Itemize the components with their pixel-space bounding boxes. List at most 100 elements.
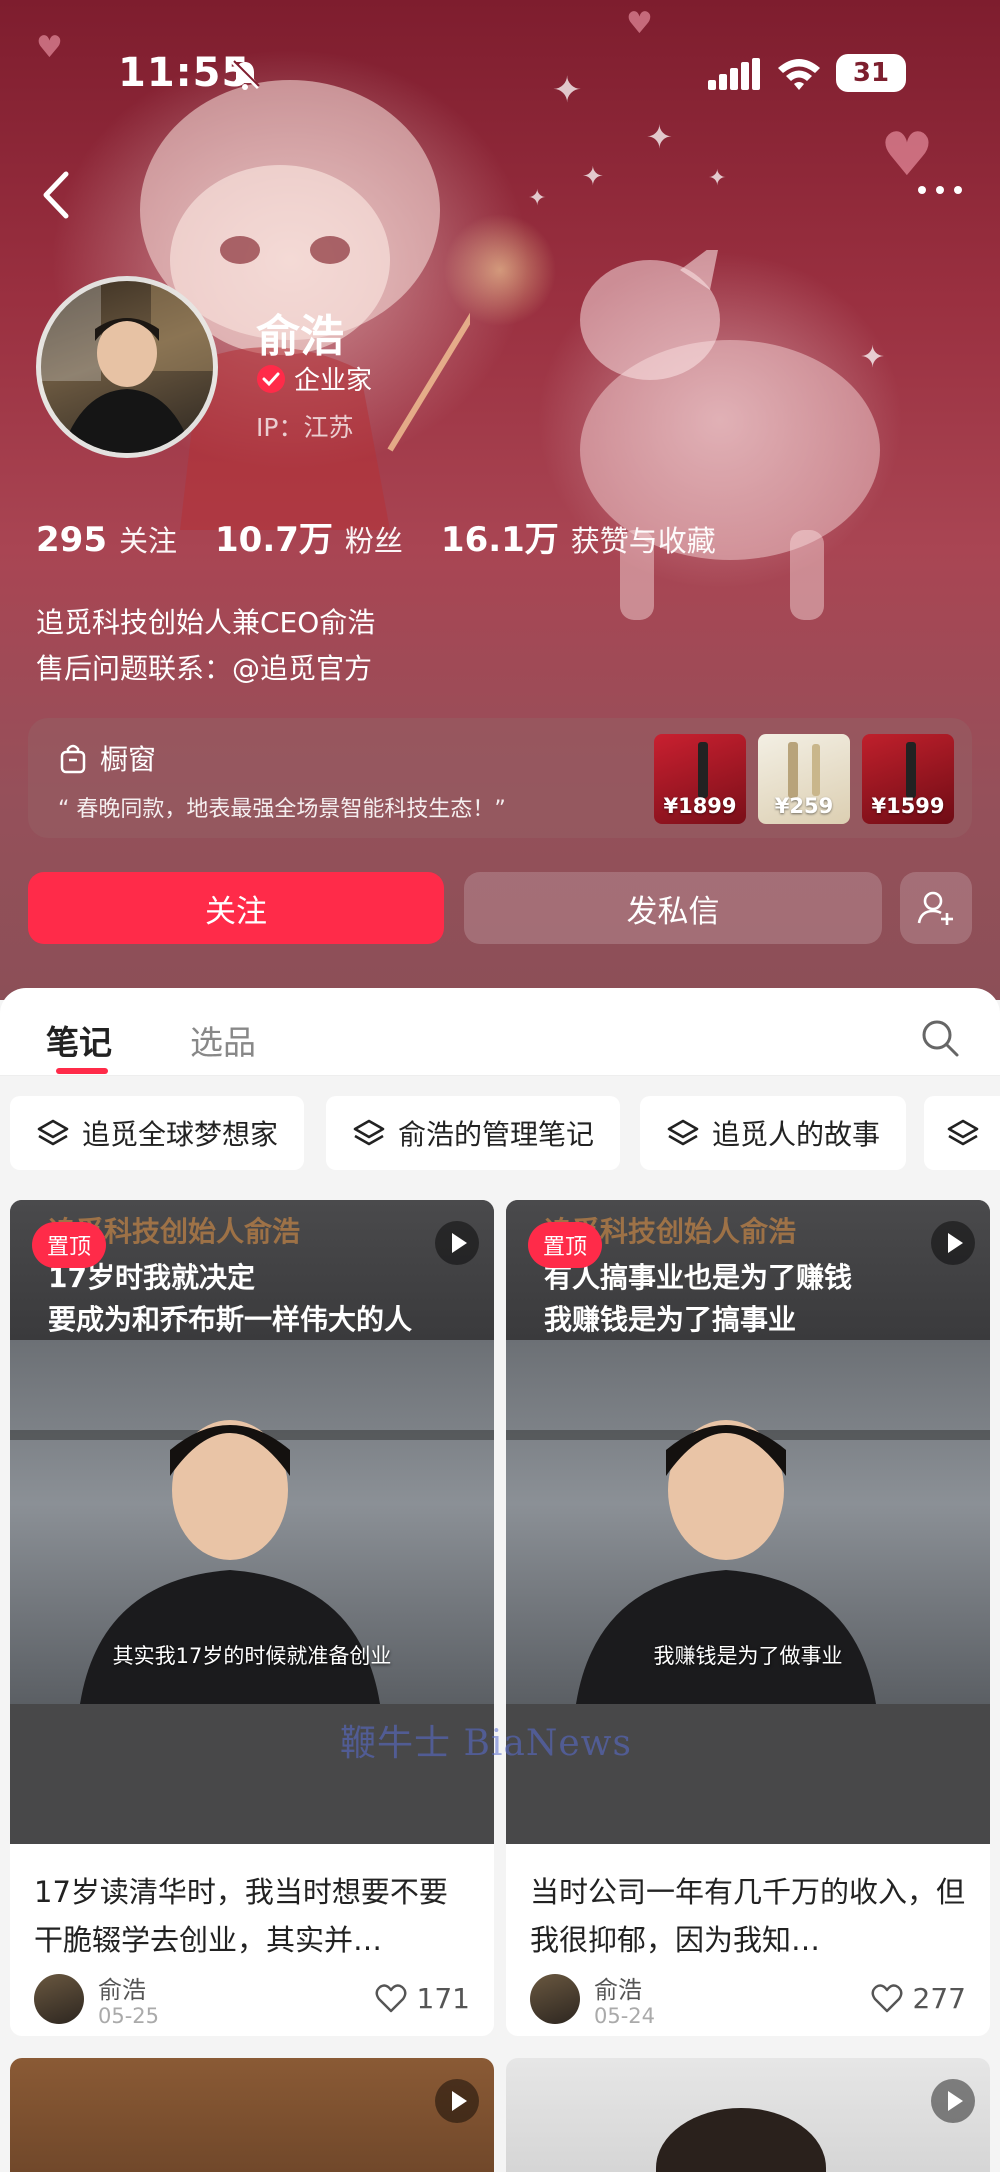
video-subtitle: 我赚钱是为了做事业 — [653, 1644, 843, 1668]
profile-avatar[interactable] — [36, 276, 218, 458]
video-play-icon — [931, 1221, 975, 1265]
like-count: 171 — [416, 1982, 470, 2015]
bio-line: 售后问题联系：@追觅官方 — [36, 646, 375, 692]
watermark: 鞭牛士 BiaNews — [340, 1723, 632, 1764]
video-play-icon — [435, 2079, 479, 2123]
profile-stats: 295 关注 10.7万 粉丝 16.1万 获赞与收藏 — [36, 512, 716, 561]
profile-bio: 追觅科技创始人兼CEO俞浩 售后问题联系：@追觅官方 — [36, 600, 375, 692]
author-name: 俞浩 — [594, 1976, 642, 2004]
layers-icon — [353, 1119, 385, 1146]
shopping-bag-icon — [60, 744, 86, 774]
like-count: 277 — [912, 1982, 966, 2015]
stat-label: 获赞与收藏 — [570, 524, 716, 558]
profile-tabs: 笔记 选品 — [0, 988, 1000, 1076]
like-button[interactable]: 171 — [375, 1982, 470, 2015]
layers-icon — [37, 1119, 69, 1146]
avatar-photo — [41, 281, 213, 453]
active-tab-indicator — [56, 1068, 108, 1074]
sparkle-decoration-icon: ✦ — [646, 118, 673, 156]
product-image — [812, 744, 820, 796]
collections-row: 追觅全球梦想家 俞浩的管理笔记 追觅人的故事 — [0, 1076, 1000, 1190]
note-card[interactable]: 追觅科技创始人俞浩 有人搞事业也是为了赚钱 我赚钱是为了搞事业 置顶 我赚钱是为… — [506, 1200, 990, 2036]
stat-value: 10.7万 — [215, 520, 333, 560]
sparkle-decoration-icon: ✦ — [528, 186, 547, 211]
heart-icon — [871, 1983, 902, 2012]
search-icon[interactable] — [920, 1018, 960, 1058]
author-avatar[interactable] — [530, 1974, 580, 2024]
status-bar: 11:55 31 — [0, 40, 1000, 110]
video-play-icon — [931, 2079, 975, 2123]
shop-description: “ 春晚同款，地表最强全场景智能科技生态！” — [58, 797, 506, 822]
collection-label: 俞浩的管理笔记 — [398, 1118, 595, 1151]
tab-picks[interactable]: 选品 — [190, 1016, 256, 1064]
video-play-icon — [435, 1221, 479, 1265]
product-price: ¥1899 — [663, 794, 737, 818]
battery-indicator: 31 — [836, 54, 906, 92]
heart-decoration-icon: ♥ — [626, 6, 653, 41]
note-card[interactable] — [506, 2058, 990, 2172]
official-account-mention-link[interactable]: @追觅官方 — [232, 652, 372, 685]
note-date: 05-25 — [98, 2004, 160, 2028]
layers-icon — [947, 1119, 979, 1146]
note-card[interactable]: 追觅科技创始人俞浩 17岁时我就决定 要成为和乔布斯一样伟大的人 置顶 其实我1… — [10, 1200, 494, 2036]
unicorn-illustration — [580, 250, 880, 620]
send-message-button[interactable]: 发私信 — [464, 872, 882, 944]
thumbnail-caption-line: 我赚钱是为了搞事业 — [544, 1303, 797, 1336]
verification-badge: 企业家 — [256, 360, 372, 397]
video-subtitle: 其实我17岁的时候就准备创业 — [112, 1644, 392, 1668]
shop-product-thumbnail[interactable]: ¥1899 — [654, 734, 746, 824]
stat-value: 16.1万 — [440, 520, 559, 560]
collection-chip[interactable]: 追觅全球梦想家 — [10, 1096, 305, 1170]
author-avatar[interactable] — [34, 1974, 84, 2024]
content-sheet: 笔记 选品 追觅全球梦想家 俞浩的管理笔记 追觅人的故事 追觅科技创始人俞浩 1… — [0, 988, 1000, 2172]
stat-following[interactable]: 295 关注 — [36, 518, 177, 560]
product-price: ¥259 — [774, 794, 834, 818]
product-image — [788, 742, 798, 798]
shop-title-row: 橱窗 — [58, 738, 156, 778]
verified-check-icon — [257, 364, 285, 393]
add-friend-button[interactable] — [900, 872, 972, 944]
stat-value: 295 — [36, 520, 107, 560]
shop-product-thumbnail[interactable]: ¥1599 — [862, 734, 954, 824]
sparkle-decoration-icon: ✦ — [708, 166, 727, 191]
stat-likes-collects[interactable]: 16.1万 获赞与收藏 — [441, 512, 716, 561]
shop-title: 橱窗 — [100, 743, 157, 776]
stat-label: 粉丝 — [344, 524, 403, 558]
note-date: 05-24 — [594, 2004, 656, 2028]
collection-label: 追觅全球梦想家 — [82, 1118, 279, 1151]
sparkle-decoration-icon: ✦ — [582, 162, 604, 192]
like-button[interactable]: 277 — [871, 1982, 966, 2015]
bell-muted-icon — [230, 60, 260, 90]
verification-label: 企业家 — [294, 366, 373, 396]
bio-contact-label: 售后问题联系： — [36, 652, 233, 685]
more-options-button[interactable] — [910, 170, 970, 210]
shop-window-card[interactable]: 橱窗 “ 春晚同款，地表最强全场景智能科技生态！” ¥1899 ¥259 ¥15… — [28, 718, 972, 838]
heart-icon — [375, 1983, 406, 2012]
note-title: 17岁读清华时，我当时想要不要干脆辍学去创业，其实并… — [34, 1875, 448, 1957]
product-price: ¥1599 — [871, 794, 945, 818]
thumbnail-caption-line: 要成为和乔布斯一样伟大的人 — [48, 1303, 413, 1336]
tab-notes[interactable]: 笔记 — [46, 1016, 112, 1064]
stat-label: 关注 — [118, 524, 177, 558]
back-button[interactable] — [30, 160, 80, 230]
ip-location: IP：江苏 — [256, 413, 354, 442]
collection-chip[interactable] — [924, 1096, 1000, 1170]
follow-button[interactable]: 关注 — [28, 872, 444, 944]
pinned-badge: 置顶 — [528, 1222, 602, 1268]
collection-chip[interactable]: 俞浩的管理笔记 — [326, 1096, 621, 1170]
thumbnail-person — [656, 2108, 826, 2172]
profile-name: 俞浩 — [256, 311, 344, 362]
collection-chip[interactable]: 追觅人的故事 — [640, 1096, 907, 1170]
note-title: 当时公司一年有几千万的收入，但我很抑郁，因为我知… — [530, 1875, 966, 1957]
collection-label: 追觅人的故事 — [712, 1118, 881, 1151]
shop-product-thumbnail[interactable]: ¥259 — [758, 734, 850, 824]
stat-followers[interactable]: 10.7万 粉丝 — [215, 512, 403, 561]
add-user-icon — [917, 891, 953, 925]
profile-header: ♥ ♥ ♥ ✦ ✦ ✦ ✦ ✦ ✦ 11:55 31 俞浩 企业家 IP：江苏 … — [0, 0, 1000, 1000]
author-name: 俞浩 — [98, 1976, 146, 2004]
layers-icon — [667, 1119, 699, 1146]
note-card[interactable] — [10, 2058, 494, 2172]
pinned-badge: 置顶 — [32, 1222, 106, 1268]
wifi-icon — [778, 59, 820, 90]
bio-line: 追觅科技创始人兼CEO俞浩 — [36, 606, 376, 639]
